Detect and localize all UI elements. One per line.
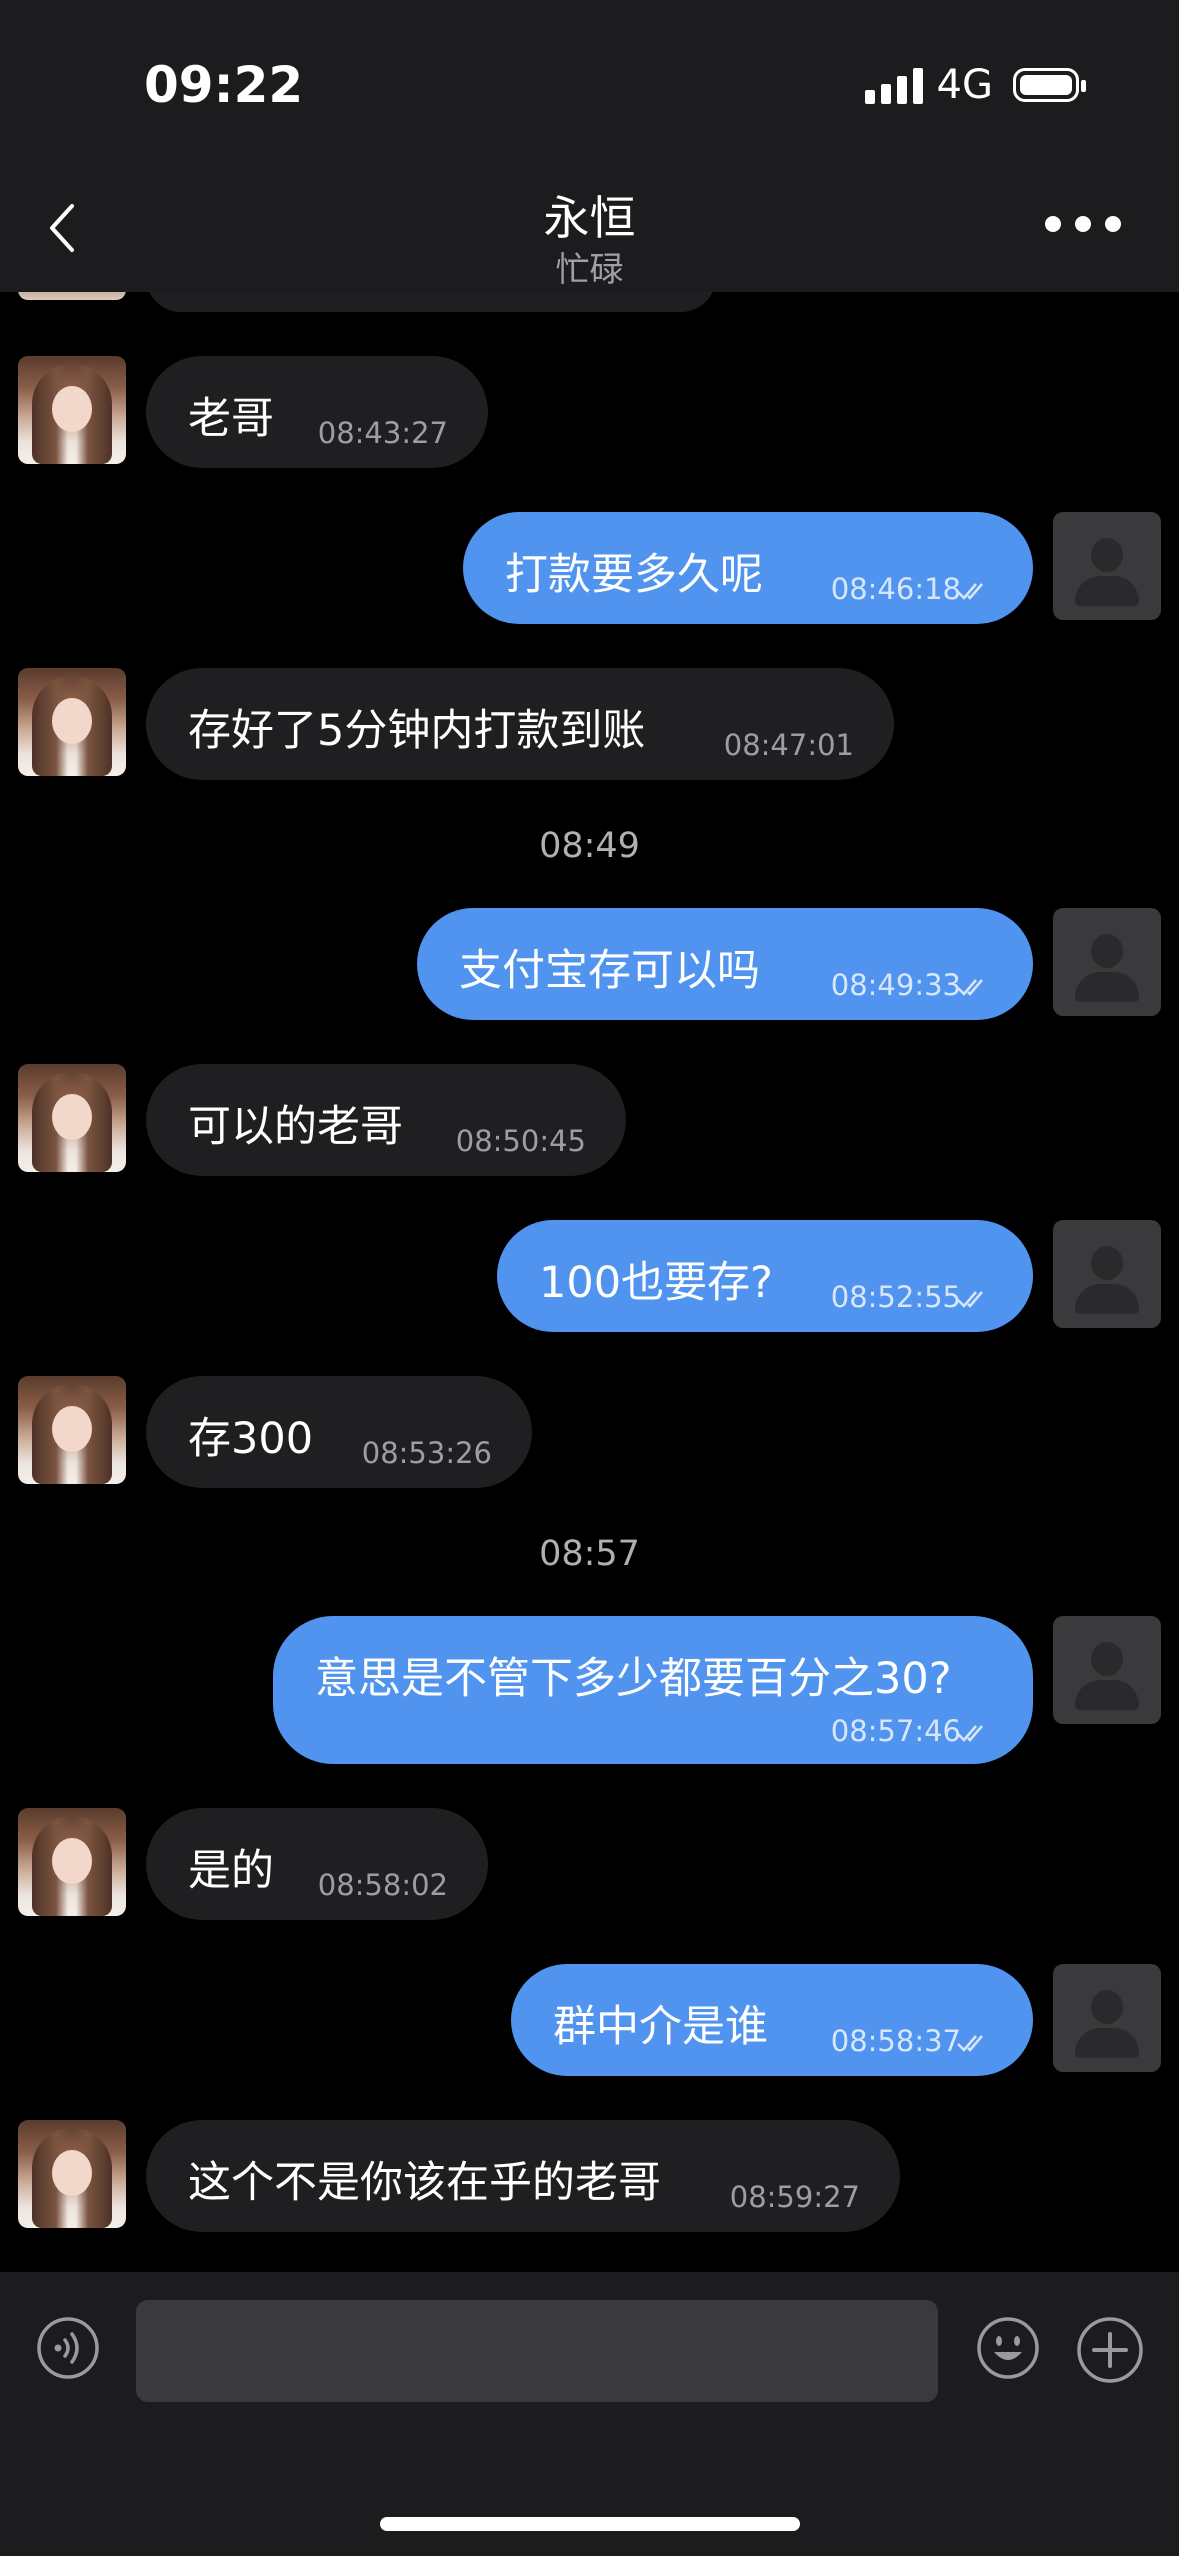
message-text: 存好了5分钟内打款到账 (188, 706, 646, 756)
message-bubble-incoming[interactable]: 是的 08:58:02 (146, 1808, 488, 1920)
message-time: 08:58:02 (317, 1868, 448, 1902)
message-text: 打款要多久呢 (505, 550, 763, 600)
message-text: 100也要存? (539, 1258, 773, 1308)
status-indicators: 4G (864, 62, 1086, 108)
message-time: 08:53:26 (361, 1436, 492, 1470)
message-time: 08:52:55 (830, 1280, 961, 1314)
message-time: 08:59:27 (729, 2180, 860, 2214)
message-bubble-outgoing[interactable]: 群中介是谁 08:58:37 (511, 1964, 1033, 2076)
message-bubble[interactable] (146, 292, 716, 312)
message-input[interactable] (136, 2300, 938, 2402)
battery-icon (1013, 68, 1086, 102)
read-ticks-icon (957, 1725, 983, 1742)
avatar[interactable] (18, 1808, 126, 1916)
message-text: 可以的老哥 (188, 1102, 403, 1152)
avatar[interactable] (1053, 1616, 1161, 1724)
message-text: 这个不是你该在乎的老哥 (188, 2158, 661, 2208)
status-time: 09:22 (144, 56, 304, 114)
read-ticks-icon (957, 979, 983, 996)
message-time: 08:46:18 (830, 572, 961, 606)
emoji-icon[interactable] (976, 2316, 1040, 2380)
read-ticks-icon (957, 2035, 983, 2052)
message-text: 存300 (188, 1414, 314, 1464)
input-bar (0, 2272, 1179, 2556)
avatar[interactable] (18, 356, 126, 464)
chat-title[interactable]: 永恒 (0, 182, 1179, 248)
read-ticks-icon (957, 583, 983, 600)
message-bubble-incoming[interactable]: 存好了5分钟内打款到账 08:47:01 (146, 668, 894, 780)
message-bubble-incoming[interactable]: 老哥 08:43:27 (146, 356, 488, 468)
avatar[interactable] (18, 1064, 126, 1172)
time-separator: 08:57 (539, 1534, 640, 1574)
message-bubble-outgoing[interactable]: 意思是不管下多少都要百分之30? 08:57:46 (273, 1616, 1033, 1764)
message-bubble-incoming[interactable]: 存300 08:53:26 (146, 1376, 532, 1488)
chat-status: 忙碌 (555, 250, 624, 290)
message-time: 08:47:01 (723, 728, 854, 762)
status-bar: 09:22 4G (0, 0, 1179, 160)
message-bubble-incoming[interactable]: 可以的老哥 08:50:45 (146, 1064, 626, 1176)
plus-icon[interactable] (1076, 2316, 1144, 2384)
message-bubble-incoming[interactable]: 这个不是你该在乎的老哥 08:59:27 (146, 2120, 900, 2232)
message-bubble-outgoing[interactable]: 100也要存? 08:52:55 (497, 1220, 1033, 1332)
signal-icon (864, 66, 923, 104)
avatar[interactable] (18, 1376, 126, 1484)
message-bubble-outgoing[interactable]: 打款要多久呢 08:46:18 (463, 512, 1033, 624)
avatar[interactable] (18, 668, 126, 776)
message-text: 支付宝存可以吗 (459, 946, 760, 996)
home-indicator[interactable] (380, 2517, 800, 2531)
message-time: 08:43:27 (317, 416, 448, 450)
read-ticks-icon (957, 1291, 983, 1308)
avatar[interactable] (1053, 908, 1161, 1016)
voice-icon[interactable] (36, 2316, 100, 2380)
message-text: 是的 (188, 1846, 274, 1896)
nav-bar: 永恒 忙碌 (0, 160, 1179, 292)
message-time: 08:58:37 (830, 2024, 961, 2058)
time-separator: 08:49 (539, 826, 640, 866)
message-text: 老哥 (188, 394, 274, 444)
avatar[interactable] (1053, 1220, 1161, 1328)
avatar[interactable] (1053, 1964, 1161, 2072)
message-time: 08:49:33 (830, 968, 961, 1002)
message-time: 08:57:46 (830, 1714, 961, 1748)
message-time: 08:50:45 (455, 1124, 586, 1158)
message-text: 意思是不管下多少都要百分之30? (315, 1654, 952, 1704)
avatar[interactable] (18, 2120, 126, 2228)
more-icon[interactable] (1045, 216, 1121, 232)
message-bubble-outgoing[interactable]: 支付宝存可以吗 08:49:33 (417, 908, 1033, 1020)
network-label: 4G (936, 62, 993, 108)
chat-area[interactable]: 老哥 08:43:27 打款要多久呢 08:46:18 存好了5分钟内打款到账 … (0, 292, 1179, 2272)
message-text: 群中介是谁 (553, 2002, 768, 2052)
avatar[interactable] (1053, 512, 1161, 620)
avatar[interactable] (18, 292, 126, 300)
